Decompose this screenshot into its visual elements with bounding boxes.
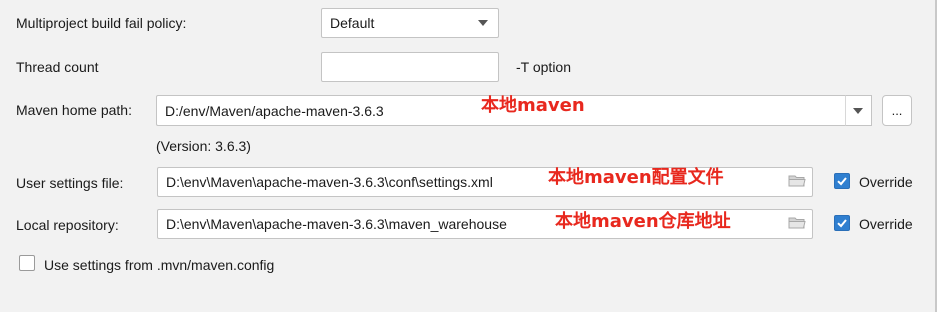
folder-icon[interactable] bbox=[788, 217, 806, 229]
maven-home-browse-button[interactable]: ... bbox=[882, 95, 912, 126]
multiproject-policy-select[interactable]: Default bbox=[321, 8, 499, 38]
user-settings-override-label: Override bbox=[859, 174, 913, 190]
local-repo-value: D:\env\Maven\apache-maven-3.6.3\maven_wa… bbox=[166, 216, 507, 232]
local-repo-label: Local repository: bbox=[16, 217, 119, 233]
chevron-down-icon bbox=[478, 20, 488, 26]
thread-count-input[interactable] bbox=[321, 52, 499, 82]
user-settings-override-checkbox[interactable] bbox=[834, 173, 850, 189]
chevron-down-icon bbox=[853, 107, 863, 114]
check-icon bbox=[837, 177, 847, 186]
local-repo-override-label: Override bbox=[859, 216, 913, 232]
mvn-config-checkbox[interactable] bbox=[19, 255, 35, 271]
thread-count-label: Thread count bbox=[16, 59, 99, 75]
maven-version-text: (Version: 3.6.3) bbox=[156, 138, 251, 154]
user-settings-label: User settings file: bbox=[16, 175, 124, 191]
maven-home-dropdown-button[interactable] bbox=[845, 95, 872, 126]
thread-count-hint: -T option bbox=[516, 59, 571, 75]
multiproject-policy-value: Default bbox=[330, 15, 375, 31]
mvn-config-label: Use settings from .mvn/maven.config bbox=[44, 257, 275, 273]
local-repo-annotation: 本地maven仓库地址 bbox=[555, 211, 731, 232]
maven-home-label: Maven home path: bbox=[16, 102, 132, 118]
user-settings-annotation: 本地maven配置文件 bbox=[548, 167, 724, 188]
user-settings-value: D:\env\Maven\apache-maven-3.6.3\conf\set… bbox=[166, 174, 493, 190]
folder-icon[interactable] bbox=[788, 175, 806, 187]
maven-home-value: D:/env/Maven/apache-maven-3.6.3 bbox=[165, 102, 384, 119]
multiproject-policy-label: Multiproject build fail policy: bbox=[16, 15, 187, 31]
check-icon bbox=[837, 219, 847, 228]
maven-home-annotation: 本地maven bbox=[481, 95, 585, 116]
local-repo-override-checkbox[interactable] bbox=[834, 215, 850, 231]
